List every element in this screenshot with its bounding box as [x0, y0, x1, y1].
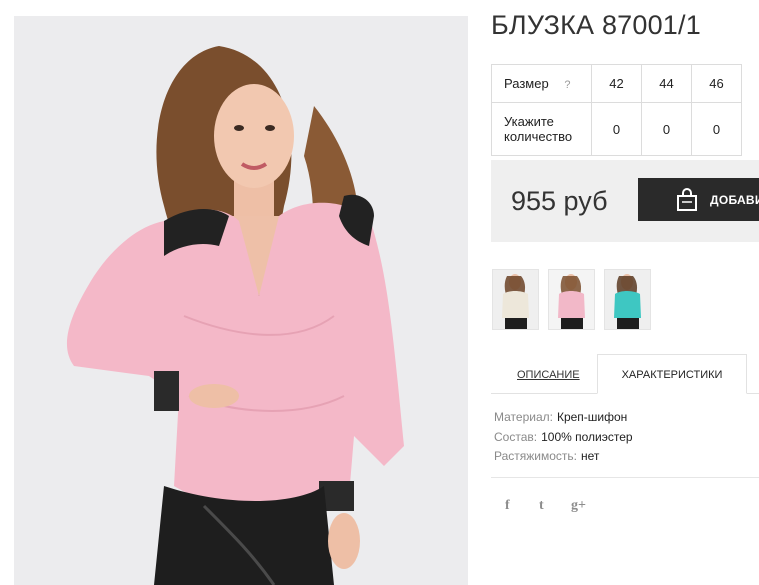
spec-key: Материал: [494, 410, 553, 424]
spec-value: Креп-шифон [556, 410, 628, 424]
add-to-cart-button[interactable]: ДОБАВИТЬ [638, 178, 759, 221]
size-row: Размер ? 42 44 46 [491, 64, 742, 103]
price: 955 руб [511, 186, 608, 216]
spec-row-stretch: Растяжимость: нет [494, 449, 633, 469]
quantity-input-44[interactable]: 0 [641, 102, 692, 156]
spec-key: Растяжимость: [494, 449, 578, 463]
quantity-input-42[interactable]: 0 [591, 102, 642, 156]
specs-list: Материал: Креп-шифон Состав: 100% полиэсте… [494, 410, 633, 469]
thumb-cream-blouse[interactable] [492, 269, 539, 330]
size-46: 46 [691, 64, 742, 103]
product-title: БЛУЗКА 87001/1 [491, 10, 701, 40]
size-label: Размер [504, 76, 549, 91]
add-to-cart-label: ДОБАВИТЬ [710, 193, 759, 207]
size-label-cell: Размер ? [491, 64, 592, 103]
spec-value: 100% полиэстер [541, 429, 633, 444]
size-table: Размер ? 42 44 46 Укажите количество 0 0… [491, 64, 742, 156]
spec-value: нет [581, 449, 600, 463]
section-divider [491, 477, 759, 478]
size-44: 44 [641, 64, 692, 103]
quantity-label: Укажите количество [504, 114, 573, 144]
thumb-turquoise-blouse[interactable] [604, 269, 651, 330]
price-box: 955 руб ДОБАВИТЬ [491, 160, 759, 242]
twitter-icon[interactable]: t [539, 498, 544, 514]
quantity-input-46[interactable]: 0 [691, 102, 742, 156]
tab-characteristics[interactable]: ХАРАКТЕРИСТИКИ [597, 354, 747, 394]
spec-row-composition: Состав: 100% полиэстер [494, 430, 633, 450]
product-tabs: ОПИСАНИЕ ХАРАКТЕРИСТИКИ [491, 354, 759, 394]
help-icon[interactable]: ? [564, 79, 570, 91]
size-42: 42 [591, 64, 642, 103]
spec-key: Состав: [494, 429, 538, 444]
tab-description[interactable]: ОПИСАНИЕ [517, 369, 580, 381]
product-main-image[interactable] [14, 16, 468, 585]
thumb-pink-blouse[interactable] [548, 269, 595, 330]
shopping-bag-icon [676, 188, 698, 215]
quantity-row: Укажите количество 0 0 0 [491, 102, 742, 156]
quantity-label-cell: Укажите количество [491, 102, 592, 156]
facebook-icon[interactable]: f [505, 498, 510, 514]
google-plus-icon[interactable]: g+ [571, 498, 586, 514]
spec-row-material: Материал: Креп-шифон [494, 410, 633, 430]
